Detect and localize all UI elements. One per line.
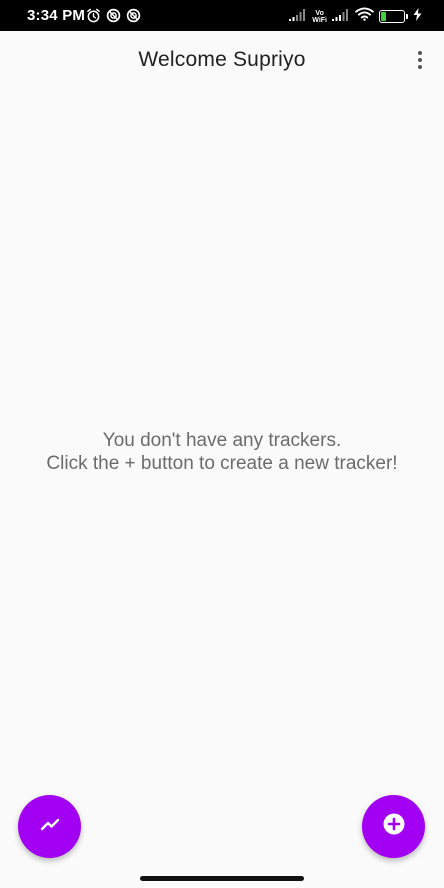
more-vert-icon[interactable] xyxy=(410,47,430,73)
status-bar: 3:34 PM Vo WiFi 30 xyxy=(0,0,444,31)
menu-dot xyxy=(418,58,422,62)
status-time: 3:34 PM xyxy=(27,7,86,24)
statistics-button[interactable] xyxy=(18,795,81,858)
alarm-icon xyxy=(86,8,101,23)
signal-icon xyxy=(289,8,307,26)
data-saver-icon xyxy=(126,8,141,23)
app-bar: Welcome Supriyo xyxy=(0,31,444,89)
data-saver-icon xyxy=(106,8,121,23)
empty-state-message: You don't have any trackers. Click the +… xyxy=(0,429,444,475)
add-circle-icon xyxy=(382,812,406,841)
vowifi-line2: WiFi xyxy=(312,17,327,24)
page-title: Welcome Supriyo xyxy=(138,48,306,71)
add-tracker-button[interactable] xyxy=(362,795,425,858)
vowifi-line1: Vo xyxy=(315,10,324,17)
menu-dot xyxy=(418,65,422,69)
status-left-icons xyxy=(86,8,141,23)
battery-level: 30 xyxy=(386,11,397,21)
empty-state-line2: Click the + button to create a new track… xyxy=(46,453,398,474)
menu-dot xyxy=(418,51,422,55)
charging-icon xyxy=(413,7,422,26)
empty-state-line1: You don't have any trackers. xyxy=(102,430,342,451)
signal-icon xyxy=(332,8,350,26)
battery-fill xyxy=(381,12,387,21)
status-right-icons: Vo WiFi 30 xyxy=(289,7,422,26)
battery-icon: 30 xyxy=(379,10,405,23)
wifi-icon xyxy=(355,7,374,26)
gesture-nav-bar[interactable] xyxy=(140,876,304,881)
vowifi-indicator: Vo WiFi xyxy=(312,10,327,24)
battery-cap xyxy=(406,14,408,19)
trending-up-icon xyxy=(38,812,62,841)
screen: 3:34 PM Vo WiFi 30 Welcome Supriyo You d… xyxy=(0,0,444,888)
